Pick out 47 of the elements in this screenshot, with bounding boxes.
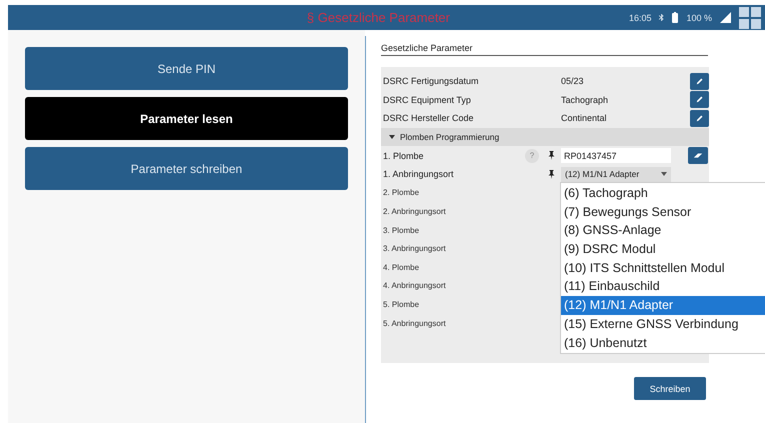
parameter-label: DSRC Fertigungsdatum: [383, 76, 480, 86]
seal-label: 2. Anbringungsort: [383, 206, 446, 216]
edit-button[interactable]: [690, 110, 709, 127]
dropdown-option[interactable]: (15) Externe GNSS Verbindung: [561, 314, 765, 334]
signal-icon: [720, 12, 731, 23]
parameter-value: Continental: [561, 113, 608, 124]
mount-label: 1. Anbringungsort: [383, 169, 455, 180]
seal-label: 5. Plombe: [383, 300, 420, 309]
location-select[interactable]: (12) M1/N1 Adapter: [561, 166, 671, 182]
dropdown-option[interactable]: (6) Tachograph: [561, 184, 765, 203]
seal-label: 3. Plombe: [383, 226, 420, 235]
dropdown-option[interactable]: (8) GNSS-Anlage: [561, 221, 765, 240]
seal-number-field[interactable]: RP01437457: [561, 148, 671, 164]
parameter-label: DSRC Hersteller Code: [383, 113, 475, 124]
bluetooth-icon: [659, 14, 664, 21]
battery-icon: [672, 12, 678, 23]
clock: 16:05: [628, 12, 652, 22]
apps-icon[interactable]: [739, 6, 761, 28]
pin-icon: [548, 170, 555, 179]
section-header[interactable]: Plomben Programmierung: [381, 128, 709, 146]
edit-button[interactable]: [690, 91, 709, 108]
write-button[interactable]: Schreiben: [634, 377, 706, 400]
action-button[interactable]: Sende PIN: [25, 47, 348, 90]
action-button[interactable]: Parameter schreiben: [25, 147, 348, 190]
dropdown-option[interactable]: (16) Unbenutzt: [561, 334, 765, 352]
clear-button[interactable]: [688, 147, 708, 164]
section-heading: Gesetzliche Parameter: [381, 43, 708, 56]
edit-button[interactable]: [690, 72, 709, 90]
seal-label: 4. Plombe: [383, 262, 420, 272]
dropdown-option[interactable]: (11) Einbauschild: [561, 277, 765, 296]
dropdown-option[interactable]: (10) ITS Schnittstellen Modul: [561, 258, 765, 278]
pin-icon: [548, 151, 555, 160]
dropdown-option[interactable]: (9) DSRC Modul: [561, 240, 765, 259]
seal-label: 5. Anbringungsort: [383, 318, 446, 328]
parameter-label: DSRC Equipment Typ: [383, 94, 472, 105]
seal-label: 1. Plombe: [383, 150, 425, 161]
seal-label: 4. Anbringungsort: [383, 281, 446, 290]
window-title: § Gesetzliche Parameter: [306, 10, 451, 25]
seal-label: 2. Plombe: [383, 188, 420, 198]
battery-level: 100 %: [686, 12, 712, 22]
dropdown-option[interactable]: (12) M1/N1 Adapter: [561, 296, 765, 315]
dropdown-option[interactable]: (7) Bewegungs Sensor: [561, 202, 765, 222]
eraser-icon: [693, 152, 703, 160]
action-button[interactable]: Parameter lesen: [25, 97, 348, 140]
parameter-value: Tachograph: [561, 94, 610, 105]
seal-label: 3. Anbringungsort: [383, 244, 446, 254]
parameter-value: 05/23: [561, 76, 585, 86]
